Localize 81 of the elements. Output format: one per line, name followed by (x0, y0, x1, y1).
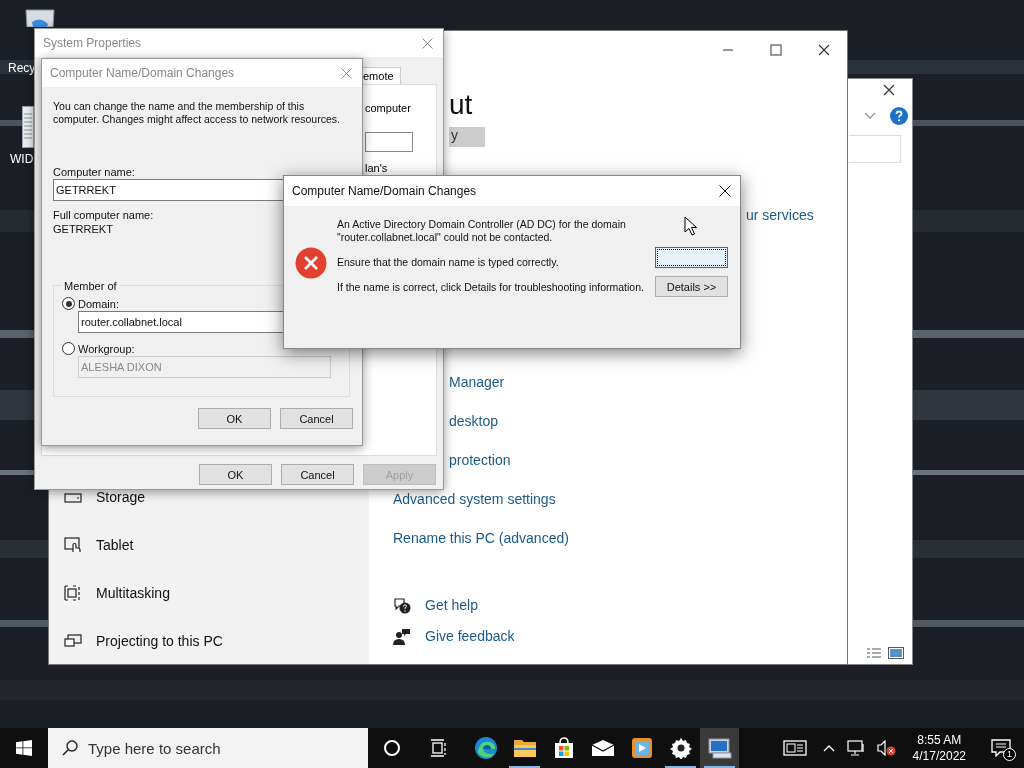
mail-icon (590, 739, 615, 757)
panel-text: computer (365, 102, 411, 114)
windows-icon (16, 740, 32, 756)
notification-count: 1 (1003, 748, 1016, 761)
error-message: If the name is correct, click Details for troubleshooting information. (337, 281, 645, 294)
field-label: Full computer name: (53, 209, 154, 221)
default-button[interactable] (655, 247, 728, 268)
news-icon[interactable] (782, 740, 807, 756)
error-message: Ensure that the domain name is typed correctly. (337, 256, 560, 269)
desktop-icon-label[interactable]: WID (10, 152, 34, 166)
settings-icon (669, 737, 692, 759)
computer-icon (706, 737, 733, 759)
group-label: Member of (62, 280, 119, 292)
document-icon[interactable] (22, 106, 34, 148)
task-view-icon (429, 739, 448, 757)
help-link[interactable]: Get help (425, 595, 478, 615)
storage-icon (64, 490, 82, 504)
services-link[interactable]: ur services (746, 205, 814, 225)
tab[interactable]: emote (360, 67, 401, 84)
running-indicator (665, 766, 696, 768)
search-icon (62, 740, 78, 756)
full-name-value: GETRREKT (53, 223, 113, 235)
settings-link[interactable]: Advanced system settings (393, 489, 556, 509)
running-indicator (704, 766, 735, 768)
dialog-button[interactable]: OK (199, 464, 272, 485)
cursor-icon (684, 216, 698, 236)
sidebar-item[interactable]: Storage (49, 490, 369, 504)
close-icon[interactable] (818, 44, 830, 56)
dialog-title: Computer Name/Domain Changes (50, 66, 235, 80)
monitor-icon (64, 634, 82, 648)
notifications-button[interactable]: 1 (986, 733, 1016, 763)
settings-link[interactable]: Manager (449, 372, 505, 392)
sidebar-item[interactable]: Tablet (49, 538, 369, 552)
maximize-icon[interactable] (770, 44, 782, 56)
media-player-icon (630, 737, 653, 759)
chevron-up-icon[interactable] (822, 744, 835, 752)
running-indicator (509, 766, 540, 768)
settings-link[interactable]: Rename this PC (advanced) (393, 528, 569, 548)
page-heading: ut (449, 88, 473, 122)
edge-icon (473, 736, 498, 760)
circle-icon (382, 739, 401, 757)
dialog-button[interactable]: Cancel (281, 464, 354, 485)
window-title: System Properties (43, 36, 142, 50)
multitasking-icon (64, 585, 82, 601)
settings-link[interactable]: protection (449, 450, 511, 470)
radio-option[interactable]: Domain: (62, 297, 119, 310)
sidebar-item[interactable]: Multitasking (49, 586, 369, 600)
panel-text: lan's (365, 162, 388, 174)
close-icon[interactable] (883, 84, 895, 96)
store-icon (552, 737, 575, 759)
desktop-icon-label[interactable]: Recy (8, 61, 36, 75)
notification-icon (991, 739, 1011, 757)
dialog-button[interactable]: Cancel (280, 408, 353, 429)
dialog-button[interactable]: OK (198, 408, 271, 429)
error-icon (295, 247, 327, 279)
help-chat-icon (393, 596, 411, 614)
settings-link[interactable]: desktop (449, 411, 499, 431)
details-button[interactable]: Details >> (655, 276, 728, 297)
network-icon[interactable] (846, 740, 865, 756)
description-text: You can change the name and the membership of this computer. Changes might affect access to network resources. (53, 100, 341, 126)
search-field[interactable]: Type here to search (48, 728, 368, 768)
error-message: An Active Directory Domain Controller (AD DC) for the domain "router.collabnet.local" could not be contacted. (337, 218, 627, 244)
highlighted-text: y (449, 127, 485, 147)
folder-icon (512, 738, 537, 758)
input-field[interactable] (365, 132, 413, 152)
picture-view-icon[interactable] (888, 647, 904, 659)
radio-option[interactable]: Workgroup: (62, 342, 135, 355)
radio-button[interactable] (62, 297, 75, 310)
close-icon[interactable] (719, 185, 731, 197)
tablet-icon (64, 537, 82, 553)
search-field[interactable] (849, 135, 901, 163)
feedback-icon (393, 627, 411, 645)
field-label: Computer name: (53, 166, 135, 178)
radio-button[interactable] (62, 342, 75, 355)
sidebar-item[interactable]: Projecting to this PC (49, 634, 369, 648)
chevron-down-icon[interactable] (864, 112, 876, 120)
help-link[interactable]: Give feedback (425, 626, 515, 646)
taskbar-button[interactable] (700, 728, 739, 768)
clock[interactable]: 8:55 AM 4/17/2022 (912, 732, 966, 764)
volume-icon[interactable] (876, 740, 897, 756)
help-icon[interactable] (890, 107, 908, 125)
